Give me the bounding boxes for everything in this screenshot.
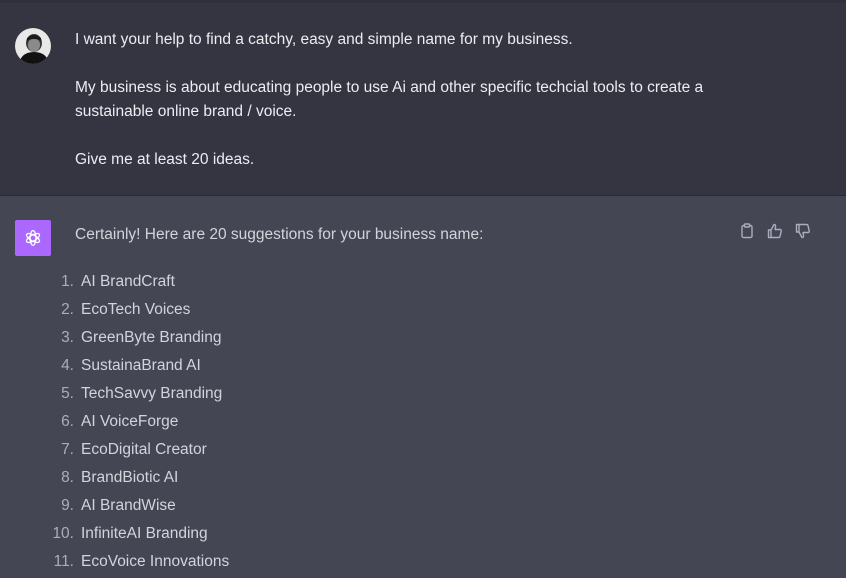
list-text: AI BrandCraft — [81, 273, 175, 290]
list-text: EcoVoice Innovations — [81, 553, 230, 570]
list-number: 11. — [53, 553, 74, 570]
list-text: TechSavvy Branding — [81, 385, 223, 402]
list-number: 6. — [61, 413, 74, 430]
user-paragraph: My business is about educating people to… — [75, 79, 704, 120]
user-message: I want your help to find a catchy, easy … — [0, 3, 846, 196]
user-paragraph: I want your help to find a catchy, easy … — [75, 31, 573, 48]
list-text: EcoDigital Creator — [81, 441, 207, 458]
list-number: 1. — [61, 273, 74, 290]
list-number: 10. — [52, 525, 74, 542]
assistant-message: Certainly! Here are 20 suggestions for y… — [0, 196, 846, 570]
list-number: 4. — [61, 357, 74, 374]
list-number: 2. — [61, 301, 74, 318]
list-text: AI VoiceForge — [81, 413, 179, 430]
list-text: AI BrandWise — [81, 497, 176, 514]
list-text: SustainaBrand AI — [81, 357, 201, 374]
list-text: InfiniteAI Branding — [81, 525, 208, 542]
list-number: 5. — [61, 385, 74, 402]
list-number: 7. — [61, 441, 74, 458]
list-number: 3. — [61, 329, 74, 346]
list-number: 8. — [61, 469, 74, 486]
list-number: 9. — [61, 497, 74, 514]
avatar — [15, 28, 51, 64]
thumbs-down-icon[interactable] — [794, 222, 812, 240]
copy-icon[interactable] — [738, 222, 756, 240]
chatgpt-logo-icon — [15, 220, 51, 256]
list-text: BrandBiotic AI — [81, 469, 179, 486]
assistant-intro: Certainly! Here are 20 suggestions for y… — [75, 226, 484, 243]
user-message-text: I want your help to find a catchy, easy … — [75, 28, 775, 196]
list-text: GreenByte Branding — [81, 329, 222, 346]
message-actions — [738, 222, 812, 240]
thumbs-up-icon[interactable] — [766, 222, 784, 240]
user-paragraph: Give me at least 20 ideas. — [75, 151, 255, 168]
list-text: EcoTech Voices — [81, 301, 191, 318]
